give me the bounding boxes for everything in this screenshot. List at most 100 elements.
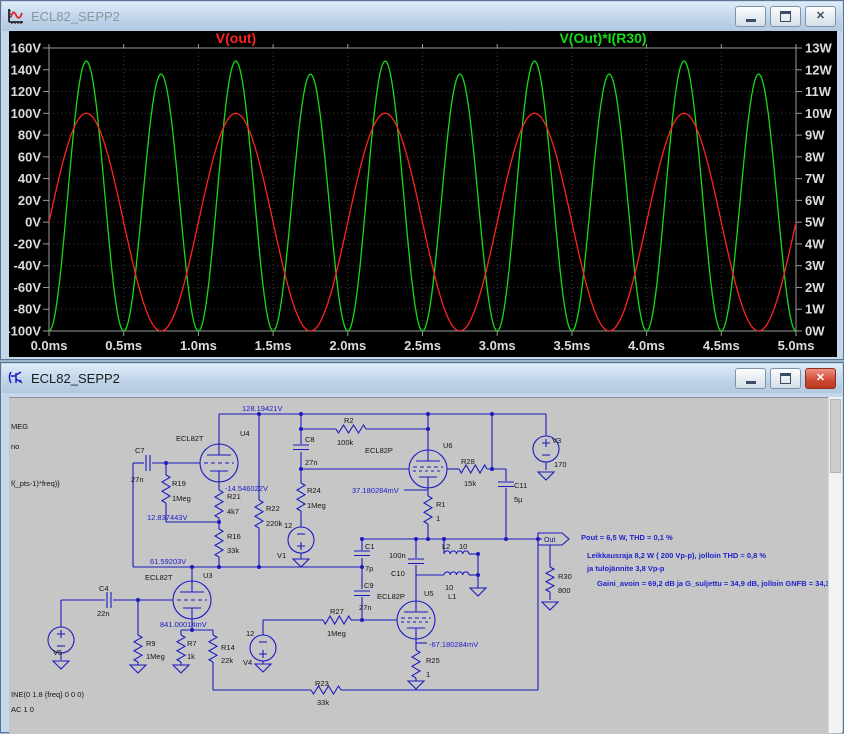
resistor (336, 425, 366, 433)
y-left-tick-label: 140V (11, 62, 42, 77)
scrollbar-thumb[interactable] (830, 399, 841, 473)
schematic-label: R27 (330, 607, 344, 616)
junction-dot (217, 565, 221, 569)
y-right-tick-label: 2W (805, 280, 825, 295)
schematic-label: 1 (436, 514, 440, 523)
maximize-button[interactable] (770, 6, 801, 27)
minimize-button[interactable] (735, 6, 766, 27)
trace-title-power: V(Out)*I(R30) (559, 31, 646, 46)
junction-dot (217, 520, 221, 524)
schematic-label: R21 (227, 492, 241, 501)
ground-symbol (255, 664, 271, 672)
y-left-tick-label: 60V (18, 149, 41, 164)
schematic-label: 37.180284mV (352, 486, 399, 495)
schematic-label: U4 (240, 429, 250, 438)
waveform-plot[interactable]: 160V140V120V100V80V60V40V20V0V-20V-40V-6… (9, 31, 837, 357)
ground-symbol (542, 602, 558, 610)
y-right-tick-label: 0W (805, 324, 825, 339)
schematic-label: 1Meg (172, 494, 191, 503)
capacitor (146, 455, 150, 471)
minimize-button[interactable] (735, 368, 766, 389)
schematic-label: 27n (359, 603, 372, 612)
schematic-label: U3 (203, 571, 213, 580)
resistor (255, 500, 263, 528)
ground-symbol (173, 665, 189, 673)
waveform-window-titlebar[interactable]: ECL82_SEPP2 ✕ (2, 2, 842, 31)
x-tick-label: 0.0ms (31, 338, 68, 353)
minimize-icon (746, 381, 756, 384)
y-right-tick-label: 9W (805, 128, 825, 143)
resistor (134, 635, 142, 662)
junction-dot (442, 537, 446, 541)
trace-title-vout: V(out) (216, 31, 256, 46)
resistor (297, 483, 305, 511)
schematic-label: L2 (442, 542, 450, 551)
schematic-label: AC 1 0 (11, 705, 34, 714)
y-right-tick-label: 11W (805, 84, 832, 99)
y-right-tick-label: 13W (805, 41, 832, 56)
schematic-label: 33k (317, 698, 329, 707)
schematic-label: C8 (305, 435, 315, 444)
schematic-label: f(_pts-1)*freq)} (11, 479, 60, 488)
y-left-tick-label: 0V (25, 215, 41, 230)
schematic-label: 1k (187, 652, 195, 661)
schematic-label: -67.180284mV (429, 640, 478, 649)
resistor (162, 475, 170, 503)
waveform-plot-area[interactable]: 160V140V120V100V80V60V40V20V0V-20V-40V-6… (9, 31, 837, 357)
schematic-canvas[interactable]: MEGnof(_pts-1)*freq)}INE(0 1.8 {freq} 0 … (9, 398, 831, 734)
resistor (412, 650, 420, 678)
schematic-label: 15k (464, 479, 476, 488)
schematic-label: V5 (53, 648, 62, 657)
junction-dot (360, 618, 364, 622)
schematic-label: R25 (426, 656, 440, 665)
y-right-tick-label: 4W (805, 236, 825, 251)
resistor (209, 635, 217, 662)
schematic-label: ECL82T (176, 434, 204, 443)
ground-symbol (538, 472, 554, 480)
schematic-label: Gaini_avoin = 69,2 dB ja G_suljettu = 34… (597, 579, 831, 588)
close-button[interactable]: ✕ (805, 368, 836, 389)
schematic-label: 22n (97, 609, 110, 618)
x-tick-label: 0.5ms (105, 338, 142, 353)
waveform-icon (8, 8, 25, 25)
schematic-label: 841.00014mV (160, 620, 207, 629)
schematic-label: R7 (187, 639, 197, 648)
schematic-label: Out (544, 537, 555, 544)
vertical-scrollbar[interactable] (828, 397, 842, 733)
y-right-tick-label: 7W (805, 171, 825, 186)
y-right-tick-label: 12W (805, 62, 832, 77)
schematic-label: R30 (558, 572, 572, 581)
schematic-label: 12 (246, 629, 254, 638)
x-tick-label: 2.5ms (404, 338, 441, 353)
x-tick-label: 4.0ms (628, 338, 665, 353)
capacitor (354, 591, 370, 596)
schematic-label: R22 (266, 504, 280, 513)
resistor (546, 567, 554, 592)
y-right-tick-label: 6W (805, 193, 825, 208)
schematic-label: 100k (337, 438, 354, 447)
schematic-label: 22k (221, 656, 233, 665)
inductor (444, 572, 469, 575)
junction-dot (257, 565, 261, 569)
y-left-tick-label: -60V (14, 280, 42, 295)
close-button[interactable]: ✕ (805, 6, 836, 27)
x-tick-label: 2.0ms (329, 338, 366, 353)
resistor (215, 490, 223, 518)
schematic-label: ECL82T (145, 573, 173, 582)
ground-symbol (293, 559, 309, 567)
ground-symbol (470, 588, 486, 596)
resistor (177, 635, 185, 662)
y-left-tick-label: -40V (14, 258, 42, 273)
schematic-window-titlebar[interactable]: ECL82_SEPP2 ✕ (2, 364, 842, 393)
schematic-label: C1 (365, 542, 375, 551)
x-tick-label: 5.0ms (778, 338, 815, 353)
ground-symbol (408, 681, 424, 689)
maximize-button[interactable] (770, 368, 801, 389)
junction-dot (426, 537, 430, 541)
restore-icon (780, 11, 791, 22)
y-right-tick-label: 10W (805, 106, 832, 121)
schematic-label: U6 (443, 441, 453, 450)
schematic-label: 12 (284, 521, 292, 530)
schematic-label: 220k (266, 519, 283, 528)
schematic-label: C11 (514, 481, 527, 490)
